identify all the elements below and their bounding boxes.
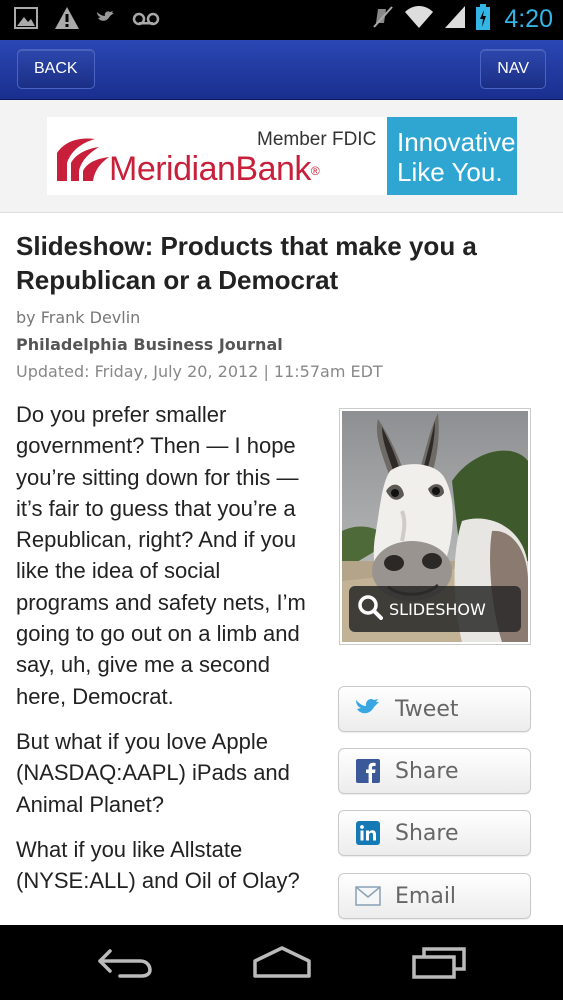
signal-icon — [444, 5, 466, 33]
linkedin-share-button[interactable]: Share — [338, 810, 531, 856]
warning-icon — [54, 6, 80, 34]
facebook-icon — [355, 758, 381, 784]
notification-icons — [14, 6, 160, 34]
back-nav-icon[interactable] — [96, 945, 154, 983]
system-nav-bar — [0, 925, 563, 1000]
mute-icon — [372, 5, 394, 33]
facebook-share-button[interactable]: Share — [338, 748, 531, 794]
article-body: Do you prefer smaller government? Then —… — [16, 399, 316, 910]
clock: 4:20 — [504, 4, 553, 33]
article: Slideshow: Products that make you a Repu… — [0, 213, 563, 925]
status-bar: 4:20 — [0, 0, 563, 40]
app-header: BACK NAV — [0, 40, 563, 100]
article-publication: Philadelphia Business Journal — [16, 335, 283, 354]
linkedin-share-label: Share — [395, 820, 459, 846]
back-button[interactable]: BACK — [17, 49, 95, 89]
home-nav-icon[interactable] — [252, 945, 312, 983]
battery-charging-icon — [476, 4, 491, 34]
ad-fdic-text: Member FDIC — [257, 129, 377, 150]
nav-button[interactable]: NAV — [480, 49, 546, 89]
slideshow-button[interactable]: SLIDESHOW — [349, 586, 521, 632]
meridian-bank-logo-icon — [57, 138, 109, 181]
ad-area: Member FDIC MeridianBank® Innovative. Li… — [0, 100, 563, 213]
ad-brand-text: MeridianBank — [109, 150, 311, 188]
magnifier-icon — [357, 594, 383, 624]
article-paragraph: But what if you love Apple (NASDAQ:AAPL)… — [16, 728, 290, 817]
article-title: Slideshow: Products that make you a Repu… — [16, 231, 477, 295]
tweet-label: Tweet — [395, 696, 459, 722]
article-byline: by Frank Devlin — [16, 308, 141, 327]
ad-tagline-1: Innovative. — [397, 127, 517, 157]
linkedin-icon — [355, 820, 381, 846]
article-updated: Updated: Friday, July 20, 2012 | 11:57am… — [16, 362, 383, 381]
tweet-button[interactable]: Tweet — [338, 686, 531, 732]
email-button[interactable]: Email — [338, 873, 531, 919]
image-icon — [14, 7, 38, 33]
system-icons: 4:20 — [372, 4, 553, 34]
facebook-share-label: Share — [395, 758, 459, 784]
ad-banner[interactable]: Member FDIC MeridianBank® Innovative. Li… — [47, 117, 517, 195]
ad-brand-registered: ® — [310, 164, 320, 179]
wifi-icon — [404, 5, 434, 33]
twitter-bird-icon — [96, 10, 116, 30]
twitter-bird-icon — [355, 696, 381, 722]
slideshow-label: SLIDESHOW — [389, 599, 486, 619]
ad-tagline-2: Like You. — [397, 157, 503, 187]
recent-apps-icon[interactable] — [410, 945, 468, 983]
article-paragraph: Do you prefer smaller government? Then —… — [16, 402, 306, 709]
ad-brand-name: MeridianBank® — [109, 150, 320, 189]
voicemail-icon — [132, 11, 160, 30]
article-paragraph: What if you like Allstate (NYSE:ALL) and… — [16, 836, 300, 894]
email-label: Email — [395, 883, 457, 909]
envelope-icon — [355, 883, 381, 909]
